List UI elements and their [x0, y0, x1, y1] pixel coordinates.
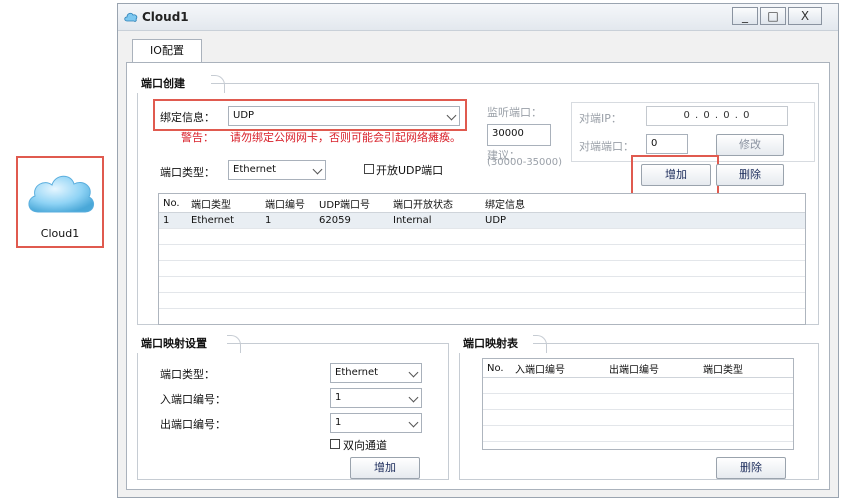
table-row: [159, 260, 805, 277]
minimize-button[interactable]: _: [732, 7, 758, 25]
column-header: 入端口编号: [511, 359, 605, 378]
bind-value: UDP: [233, 110, 255, 121]
maximize-button[interactable]: □: [760, 7, 786, 25]
table-row: [159, 308, 805, 324]
table-row: [159, 276, 805, 293]
port-table: No. 端口类型 端口编号 UDP端口号 端口开放状态 绑定信息 1 Ether…: [158, 193, 806, 325]
bidirectional-checkbox[interactable]: [330, 439, 340, 449]
open-udp-checkbox[interactable]: [364, 164, 374, 174]
close-button[interactable]: X: [788, 7, 822, 25]
tab-pane: 端口创建 绑定信息： UDP 警告： 请勿绑定公网网卡，否则可能会引起网络瘫痪。…: [126, 62, 830, 490]
listen-port-input[interactable]: 30000: [487, 124, 551, 146]
table-row: [483, 377, 793, 394]
table-cell: Internal: [389, 212, 481, 229]
chevron-down-icon: [408, 417, 419, 428]
suggest-range: (30000-35000): [487, 157, 563, 168]
device-label: Cloud1: [40, 227, 80, 240]
peer-port-label: 对端端口：: [579, 140, 634, 153]
chevron-down-icon: [408, 367, 419, 378]
map-type-label: 端口类型：: [160, 368, 215, 381]
bind-select[interactable]: UDP: [228, 106, 460, 126]
config-window: Cloud1 _ □ X IO配置 端口创建 绑定信息： UDP 警告： 请勿绑…: [117, 3, 839, 498]
table-row: [483, 425, 793, 442]
column-header: 绑定信息: [481, 194, 805, 213]
table-row: [159, 292, 805, 309]
in-port-label: 入端口编号：: [160, 393, 226, 406]
port-type-value: Ethernet: [233, 164, 277, 175]
table-row: [159, 244, 805, 261]
column-header: 端口开放状态: [389, 194, 481, 213]
out-port-label: 出端口编号：: [160, 418, 226, 431]
table-cell: 1: [159, 212, 187, 229]
map-add-button[interactable]: 增加: [350, 457, 420, 479]
group-title: 端口映射设置: [137, 335, 241, 353]
column-header: 端口类型: [699, 359, 793, 378]
map-delete-button[interactable]: 删除: [716, 457, 786, 479]
port-type-select[interactable]: Ethernet: [228, 160, 326, 180]
title-bar: Cloud1 _ □ X: [118, 4, 838, 31]
table-header-row: No. 入端口编号 出端口编号 端口类型: [483, 359, 793, 378]
add-button[interactable]: 增加: [641, 164, 711, 186]
table-row: [483, 409, 793, 426]
port-type-label: 端口类型：: [160, 166, 215, 179]
bidirectional-label: 双向通道: [343, 439, 387, 452]
column-header: UDP端口号: [315, 194, 389, 213]
table-row[interactable]: 1 Ethernet 1 62059 Internal UDP: [159, 212, 805, 229]
port-map-settings-group: 端口映射设置 端口类型： Ethernet 入端口编号： 1 出端口编号： 1 …: [137, 335, 449, 480]
column-header: No.: [483, 359, 511, 378]
in-port-select[interactable]: 1: [330, 388, 422, 408]
table-cell: UDP: [481, 212, 805, 229]
cloud-icon: [124, 12, 138, 22]
table-cell: Ethernet: [187, 212, 261, 229]
cloud-icon: [28, 175, 95, 213]
tab-io-config[interactable]: IO配置: [132, 39, 202, 63]
window-title: Cloud1: [142, 10, 189, 24]
peer-ip-input[interactable]: 0 . 0 . 0 . 0: [646, 106, 788, 126]
table-header-row: No. 端口类型 端口编号 UDP端口号 端口开放状态 绑定信息: [159, 194, 805, 213]
group-title: 端口创建: [137, 75, 225, 93]
peer-ip-label: 对端IP：: [579, 112, 622, 125]
cloud-device[interactable]: Cloud1: [16, 156, 104, 248]
port-map-table-group: 端口映射表 No. 入端口编号 出端口编号 端口类型 删除: [459, 335, 819, 480]
map-type-value: Ethernet: [335, 367, 379, 378]
table-row: [483, 393, 793, 410]
column-header: 出端口编号: [605, 359, 699, 378]
table-cell: 1: [261, 212, 315, 229]
delete-button[interactable]: 删除: [716, 164, 784, 186]
map-type-select[interactable]: Ethernet: [330, 363, 422, 383]
warning-text: 请勿绑定公网网卡，否则可能会引起网络瘫痪。: [230, 131, 461, 144]
modify-button[interactable]: 修改: [716, 134, 784, 156]
listen-port-label: 监听端口：: [487, 106, 542, 119]
map-table: No. 入端口编号 出端口编号 端口类型: [482, 358, 794, 450]
table-cell: 62059: [315, 212, 389, 229]
out-port-value: 1: [335, 417, 342, 428]
column-header: No.: [159, 194, 187, 213]
chevron-down-icon: [446, 110, 457, 121]
in-port-value: 1: [335, 392, 342, 403]
column-header: 端口类型: [187, 194, 261, 213]
table-row: [159, 228, 805, 245]
bind-label: 绑定信息：: [160, 111, 215, 124]
group-title: 端口映射表: [459, 335, 547, 353]
peer-port-input[interactable]: 0: [646, 134, 688, 154]
out-port-select[interactable]: 1: [330, 413, 422, 433]
open-udp-label: 开放UDP端口: [376, 164, 444, 177]
port-create-group: 端口创建 绑定信息： UDP 警告： 请勿绑定公网网卡，否则可能会引起网络瘫痪。…: [137, 75, 819, 325]
chevron-down-icon: [408, 392, 419, 403]
chevron-down-icon: [312, 164, 323, 175]
warning-label: 警告：: [181, 131, 214, 144]
column-header: 端口编号: [261, 194, 315, 213]
